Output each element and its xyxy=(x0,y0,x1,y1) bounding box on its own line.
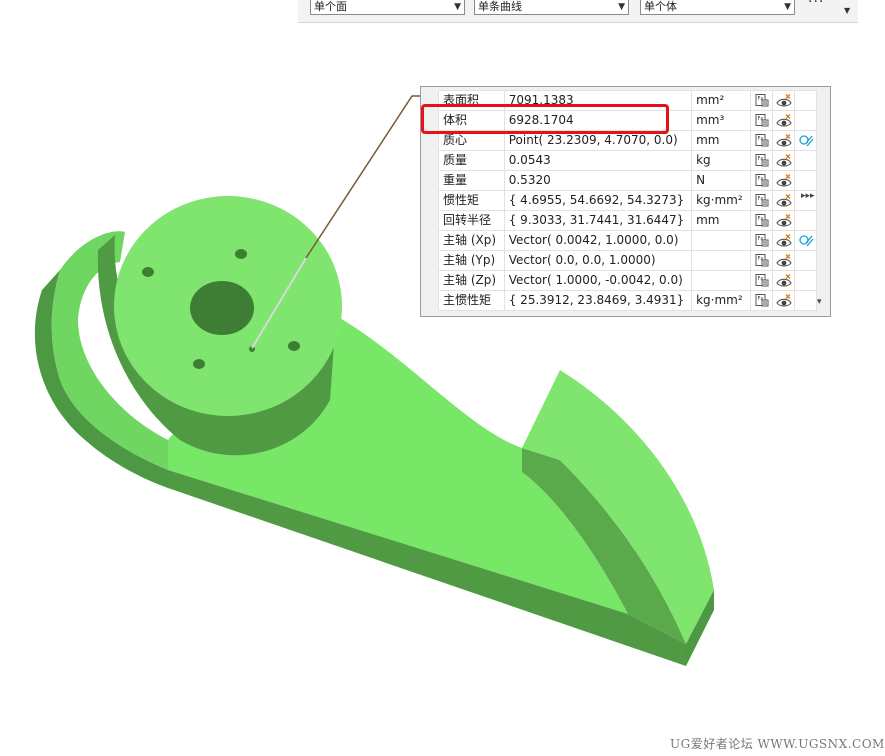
measure-row[interactable]: 回转半径{ 9.3033, 31.7441, 31.6447} mm Fx xyxy=(438,210,817,231)
expand-arrows-icon[interactable]: ▸▸▸ xyxy=(801,191,815,201)
measure-name: 重量 xyxy=(438,170,505,191)
visibility-eye-icon[interactable] xyxy=(772,90,796,111)
measure-unit[interactable] xyxy=(691,250,752,271)
export-doc-icon[interactable]: Fx xyxy=(750,110,774,131)
measure-name: 主惯性矩 xyxy=(438,290,505,311)
link-icon[interactable] xyxy=(794,130,817,151)
export-doc-icon[interactable]: Fx xyxy=(750,170,774,191)
measure-row[interactable]: 主轴 (Yp) Vector( 0.0, 0.0, 1.0000) Fx xyxy=(438,250,817,271)
visibility-eye-icon[interactable] xyxy=(772,250,796,271)
measure-value[interactable]: { 25.3912, 23.8469, 3.4931} xyxy=(503,290,693,311)
bolt-hole xyxy=(142,267,154,277)
export-doc-icon[interactable]: Fx xyxy=(750,250,774,271)
measure-unit[interactable]: kg xyxy=(691,150,752,171)
measure-row[interactable]: 惯性矩{ 4.6955, 54.6692, 54.3273} kg·mm² Fx xyxy=(438,190,817,211)
bolt-hole xyxy=(235,249,247,259)
visibility-eye-icon[interactable] xyxy=(772,150,796,171)
measure-unit[interactable]: kg·mm² xyxy=(691,190,752,211)
measure-value[interactable]: 0.5320 xyxy=(503,170,693,191)
measure-unit[interactable]: kg·mm² xyxy=(691,290,752,311)
empty-cell xyxy=(794,270,817,291)
visibility-eye-icon[interactable] xyxy=(772,110,796,131)
measure-name: 质量 xyxy=(438,150,505,171)
visibility-eye-icon[interactable] xyxy=(772,190,796,211)
export-doc-icon[interactable]: Fx xyxy=(750,230,774,251)
measure-row[interactable]: 主轴 (Xp) Vector( 0.0042, 1.0000, 0.0) Fx xyxy=(438,230,817,251)
link-icon[interactable] xyxy=(794,230,817,251)
scroll-down-button[interactable]: ▾ xyxy=(817,297,822,307)
measure-row[interactable]: 主轴 (Zp) Vector( 1.0000, -0.0042, 0.0) Fx xyxy=(438,270,817,291)
measure-row[interactable]: 重量 0.5320 N Fx xyxy=(438,170,817,191)
visibility-eye-icon[interactable] xyxy=(772,290,796,311)
measure-row[interactable]: 质量 0.0543 kg Fx xyxy=(438,150,817,171)
visibility-eye-icon[interactable] xyxy=(772,230,796,251)
measure-unit[interactable]: mm³ xyxy=(691,110,752,131)
visibility-eye-icon[interactable] xyxy=(772,270,796,291)
empty-cell xyxy=(794,250,817,271)
export-doc-icon[interactable]: Fx xyxy=(750,290,774,311)
export-doc-icon[interactable]: Fx xyxy=(750,130,774,151)
measure-unit[interactable]: mm² xyxy=(691,90,752,111)
measure-unit[interactable]: mm xyxy=(691,210,752,231)
measure-name: 主轴 (Zp) xyxy=(438,270,505,291)
empty-cell xyxy=(794,170,817,191)
measure-value[interactable]: Vector( 1.0000, -0.0042, 0.0) xyxy=(503,270,693,291)
export-doc-icon[interactable]: Fx xyxy=(750,210,774,231)
measure-name: 主轴 (Yp) xyxy=(438,250,505,271)
measure-unit[interactable] xyxy=(691,230,752,251)
empty-cell xyxy=(794,110,817,131)
measure-value[interactable]: Vector( 0.0, 0.0, 1.0000) xyxy=(503,250,693,271)
measure-name: 回转半径 xyxy=(438,210,505,231)
export-doc-icon[interactable]: Fx xyxy=(750,150,774,171)
measure-value[interactable]: { 4.6955, 54.6692, 54.3273} xyxy=(503,190,693,211)
bolt-hole xyxy=(193,359,205,369)
measure-unit[interactable]: mm xyxy=(691,130,752,151)
export-doc-icon[interactable]: Fx xyxy=(750,190,774,211)
volume-highlight-box xyxy=(421,104,669,134)
export-doc-icon[interactable]: Fx xyxy=(750,90,774,111)
watermark: UG爱好者论坛 WWW.UGSNX.COM xyxy=(670,737,885,751)
measure-value[interactable]: 0.0543 xyxy=(503,150,693,171)
empty-cell xyxy=(794,210,817,231)
measure-unit[interactable]: N xyxy=(691,170,752,191)
visibility-eye-icon[interactable] xyxy=(772,130,796,151)
visibility-eye-icon[interactable] xyxy=(772,170,796,191)
measure-row[interactable]: 主惯性矩{ 25.3912, 23.8469, 3.4931} kg·mm² Fx xyxy=(438,290,817,311)
empty-cell xyxy=(794,290,817,311)
visibility-eye-icon[interactable] xyxy=(772,210,796,231)
measure-name: 惯性矩 xyxy=(438,190,505,211)
bolt-hole xyxy=(288,341,300,351)
measure-value[interactable]: { 9.3033, 31.7441, 31.6447} xyxy=(503,210,693,231)
measure-name: 主轴 (Xp) xyxy=(438,230,505,251)
export-doc-icon[interactable]: Fx xyxy=(750,270,774,291)
callout-leader-line xyxy=(305,95,422,259)
empty-cell xyxy=(794,90,817,111)
empty-cell xyxy=(794,150,817,171)
center-hole xyxy=(190,281,254,335)
measure-value[interactable]: Vector( 0.0042, 1.0000, 0.0) xyxy=(503,230,693,251)
measure-unit[interactable] xyxy=(691,270,752,291)
